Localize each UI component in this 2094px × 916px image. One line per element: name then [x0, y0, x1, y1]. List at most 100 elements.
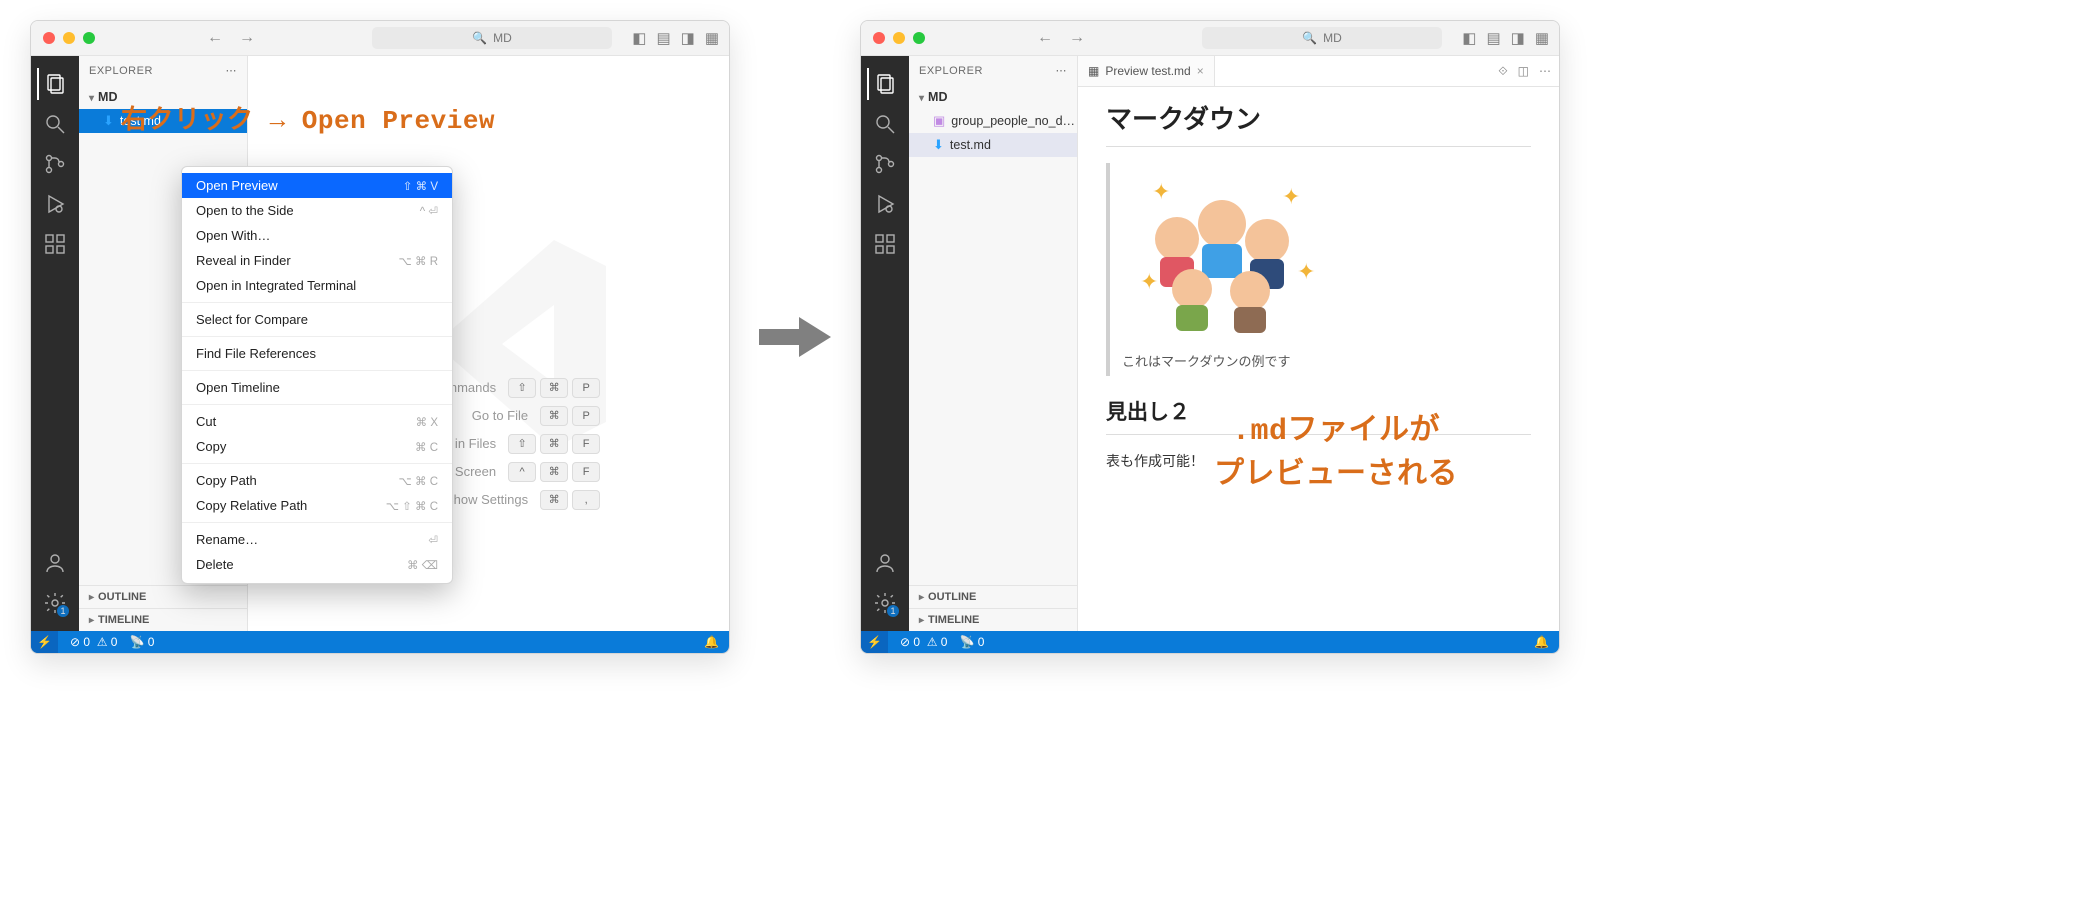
explorer-more-icon[interactable]: ⋯	[226, 64, 238, 77]
md-rule	[1106, 146, 1531, 147]
welcome-keys: ⇧⌘F	[508, 434, 600, 454]
keycap: ⌘	[540, 378, 568, 398]
extensions-icon[interactable]	[39, 228, 71, 260]
notifications-icon[interactable]: 🔔	[1534, 635, 1549, 649]
context-menu-shortcut: ⌘ ⌫	[407, 558, 438, 572]
context-menu-item[interactable]: Find File References	[182, 341, 452, 366]
outline-section[interactable]: OUTLINE	[909, 585, 1077, 608]
close-window-icon[interactable]	[873, 32, 885, 44]
zoom-window-icon[interactable]	[913, 32, 925, 44]
back-icon[interactable]: ←	[207, 29, 223, 47]
minimize-window-icon[interactable]	[893, 32, 905, 44]
nav-arrows: ← →	[1037, 29, 1085, 47]
arrow-right-icon	[755, 307, 835, 367]
explorer-icon[interactable]	[37, 68, 71, 100]
context-menu-item[interactable]: Select for Compare	[182, 307, 452, 332]
close-tab-icon[interactable]: ×	[1197, 64, 1204, 78]
context-menu-item[interactable]: Copy Path⌥ ⌘ C	[182, 468, 452, 493]
context-menu-label: Delete	[196, 557, 234, 572]
context-menu-label: Open to the Side	[196, 203, 294, 218]
panel-toggle-left-icon[interactable]: ◧	[1462, 29, 1476, 47]
context-menu-item[interactable]: Cut⌘ X	[182, 409, 452, 434]
close-window-icon[interactable]	[43, 32, 55, 44]
panel-toggle-right-icon[interactable]: ◨	[1511, 29, 1525, 47]
forward-icon[interactable]: →	[1069, 29, 1085, 47]
search-activity-icon[interactable]	[39, 108, 71, 140]
editor-area: ▦ Preview test.md × ⟐ ◫ ⋯ マークダウン	[1078, 56, 1559, 631]
screenshot-right: ← → 🔍 MD ◧ ▤ ◨ ▦	[860, 20, 1560, 654]
keycap: P	[572, 378, 600, 398]
show-source-icon[interactable]: ⟐	[1498, 64, 1507, 79]
timeline-section[interactable]: TIMELINE	[79, 608, 247, 631]
context-menu-item[interactable]: Rename…⏎	[182, 527, 452, 552]
remote-indicator-icon[interactable]: ⚡	[861, 631, 888, 653]
problems-indicator[interactable]: ⊘ 0 ⚠ 0	[900, 635, 948, 649]
file-item-image[interactable]: ▣ group_people_no_d…	[909, 109, 1077, 133]
source-control-icon[interactable]	[869, 148, 901, 180]
layout-customize-icon[interactable]: ▦	[1535, 29, 1549, 47]
explorer-more-icon[interactable]: ⋯	[1056, 64, 1068, 77]
search-activity-icon[interactable]	[869, 108, 901, 140]
forward-icon[interactable]: →	[239, 29, 255, 47]
back-icon[interactable]: ←	[1037, 29, 1053, 47]
preview-tab[interactable]: ▦ Preview test.md ×	[1078, 56, 1215, 86]
zoom-window-icon[interactable]	[83, 32, 95, 44]
panel-toggle-left-icon[interactable]: ◧	[632, 29, 646, 47]
ports-indicator[interactable]: 📡 0	[959, 635, 984, 649]
context-menu-shortcut: ⌘ X	[416, 415, 438, 429]
context-menu-item[interactable]: Open With…	[182, 223, 452, 248]
welcome-keys: ^⌘F	[508, 462, 600, 482]
svg-text:✦: ✦	[1297, 259, 1315, 284]
split-editor-icon[interactable]: ◫	[1518, 64, 1529, 79]
context-menu-item[interactable]: Delete ⌘ ⌫	[182, 552, 452, 577]
context-menu-item[interactable]: Open Preview⇧ ⌘ V	[182, 173, 452, 198]
panel-toggle-bottom-icon[interactable]: ▤	[1486, 29, 1500, 47]
keycap: ^	[508, 462, 536, 482]
ports-indicator[interactable]: 📡 0	[129, 635, 154, 649]
explorer-icon[interactable]	[867, 68, 901, 100]
context-menu-shortcut: ⌘ C	[415, 440, 438, 454]
file-item-testmd[interactable]: ⬇ test.md	[909, 133, 1077, 157]
settings-badge: 1	[57, 605, 69, 617]
problems-indicator[interactable]: ⊘ 0 ⚠ 0	[70, 635, 118, 649]
settings-gear-icon[interactable]: 1	[869, 587, 901, 619]
search-icon: 🔍	[472, 31, 487, 45]
command-center[interactable]: 🔍 MD	[1202, 27, 1442, 49]
run-debug-icon[interactable]	[869, 188, 901, 220]
accounts-icon[interactable]	[39, 547, 71, 579]
context-menu-label: Find File References	[196, 346, 316, 361]
settings-badge: 1	[887, 605, 899, 617]
accounts-icon[interactable]	[869, 547, 901, 579]
extensions-icon[interactable]	[869, 228, 901, 260]
md-caption: これはマークダウンの例です	[1122, 351, 1519, 370]
more-actions-icon[interactable]: ⋯	[1539, 64, 1551, 79]
explorer-title: EXPLORER	[89, 65, 153, 77]
context-menu-item[interactable]: Open in Integrated Terminal	[182, 273, 452, 298]
context-menu-item[interactable]: Copy⌘ C	[182, 434, 452, 459]
settings-gear-icon[interactable]: 1	[39, 587, 71, 619]
nav-arrows: ← →	[207, 29, 255, 47]
context-menu-label: Open in Integrated Terminal	[196, 278, 356, 293]
panel-toggle-right-icon[interactable]: ◨	[681, 29, 695, 47]
activity-bar: 1	[861, 56, 909, 631]
md-blockquote: ✦ ✦ ✦ ✦ これはマークダウンの例です	[1106, 163, 1531, 376]
layout-customize-icon[interactable]: ▦	[705, 29, 719, 47]
notifications-icon[interactable]: 🔔	[704, 635, 719, 649]
minimize-window-icon[interactable]	[63, 32, 75, 44]
context-menu-item[interactable]: Copy Relative Path⌥ ⇧ ⌘ C	[182, 493, 452, 518]
command-center[interactable]: 🔍 MD	[372, 27, 612, 49]
traffic-lights	[31, 32, 107, 44]
annotation-preview: .mdファイルが プレビューされる	[1146, 411, 1526, 498]
run-debug-icon[interactable]	[39, 188, 71, 220]
vscode-window-right: ← → 🔍 MD ◧ ▤ ◨ ▦	[860, 20, 1560, 654]
workspace-root[interactable]: MD	[909, 85, 1077, 109]
source-control-icon[interactable]	[39, 148, 71, 180]
timeline-section[interactable]: TIMELINE	[909, 608, 1077, 631]
context-menu-item[interactable]: Open Timeline	[182, 375, 452, 400]
panel-toggle-bottom-icon[interactable]: ▤	[656, 29, 670, 47]
context-menu-item[interactable]: Reveal in Finder⌥ ⌘ R	[182, 248, 452, 273]
remote-indicator-icon[interactable]: ⚡	[31, 631, 58, 653]
context-menu-item[interactable]: Open to the Side^ ⏎	[182, 198, 452, 223]
outline-section[interactable]: OUTLINE	[79, 585, 247, 608]
context-menu-shortcut: ⇧ ⌘ V	[403, 179, 438, 193]
